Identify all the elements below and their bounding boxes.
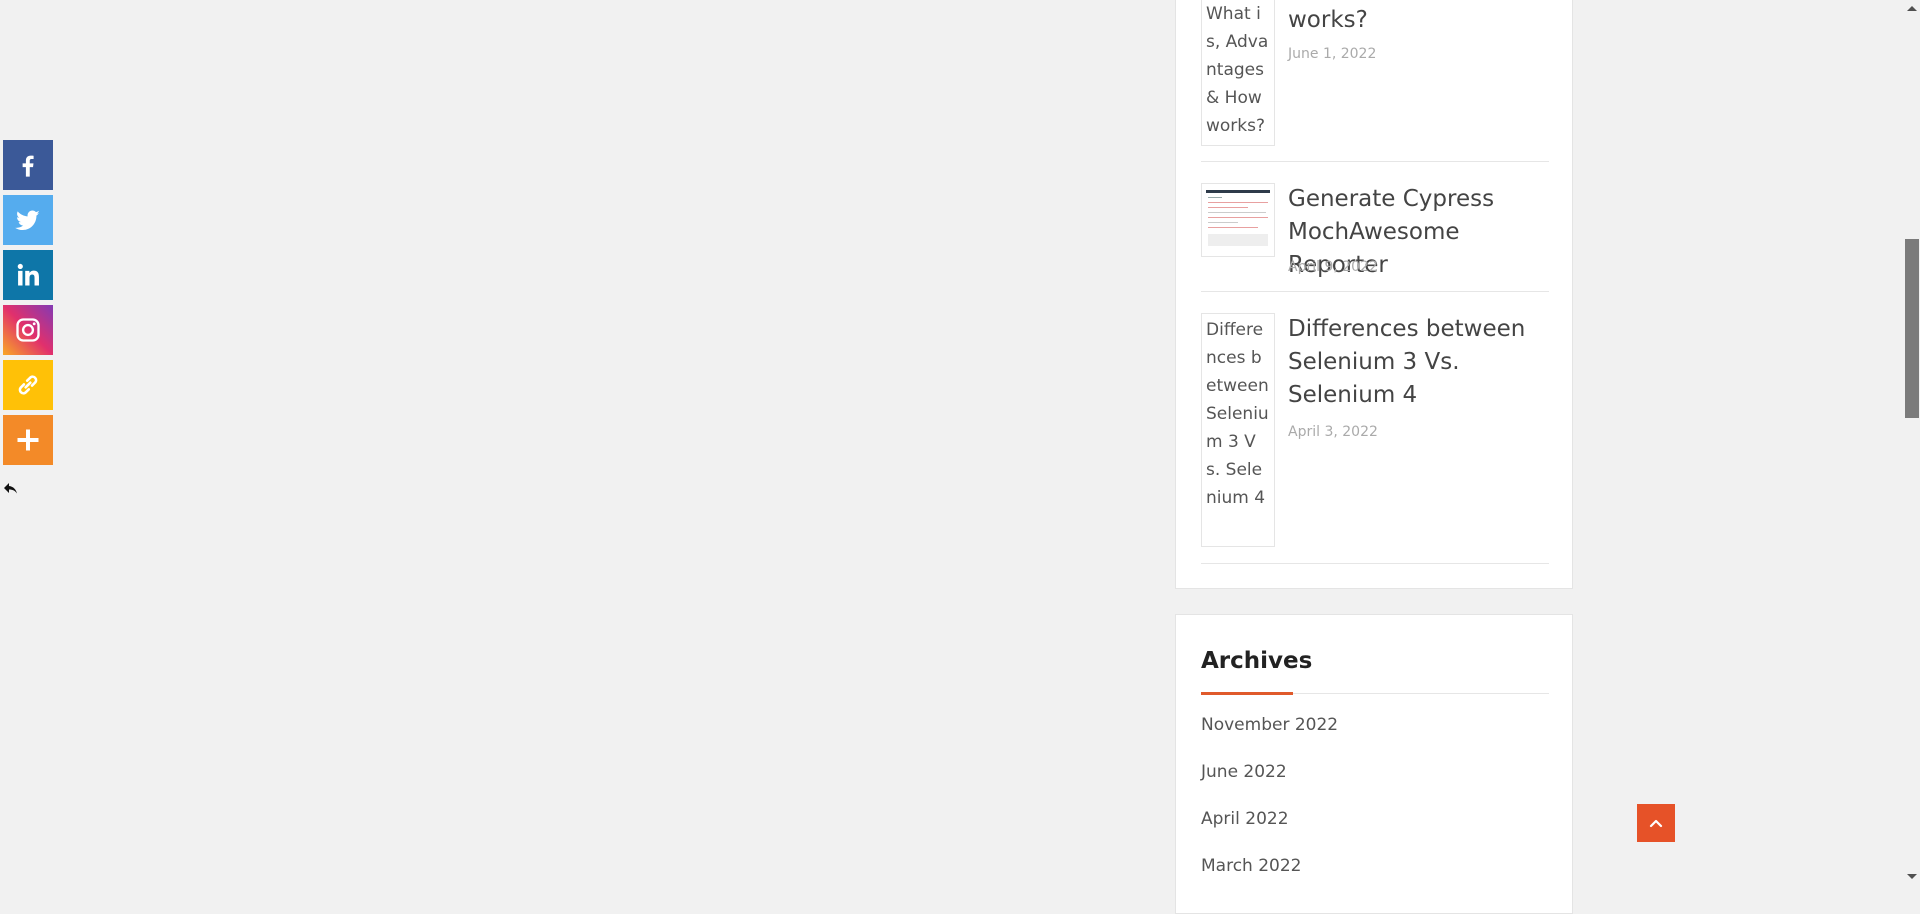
archives-widget: Archives November 2022 June 2022 April 2… [1175, 614, 1573, 914]
post-title-link[interactable]: works? [1288, 4, 1553, 37]
instagram-icon [16, 318, 40, 342]
linkedin-icon [17, 263, 39, 286]
social-share-bar [3, 140, 53, 470]
post-date: April 3, 2022 [1288, 424, 1378, 440]
title-accent-underline [1201, 692, 1293, 695]
twitter-share-button[interactable] [3, 195, 53, 245]
recent-post-item: What is, Advantages & How works? works? … [1201, 0, 1549, 162]
archive-link[interactable]: March 2022 [1201, 856, 1302, 876]
archives-title: Archives [1201, 648, 1313, 674]
hide-share-bar-toggle[interactable] [3, 480, 21, 498]
back-to-top-button[interactable] [1637, 804, 1675, 842]
more-share-button[interactable] [3, 415, 53, 465]
twitter-icon [15, 210, 40, 231]
copy-link-share-button[interactable] [3, 360, 53, 410]
facebook-share-button[interactable] [3, 140, 53, 190]
post-date: April 9, 2022 [1288, 259, 1378, 275]
recent-post-item: Differences between Selenium 3 Vs. Selen… [1201, 313, 1549, 564]
post-thumbnail-alt-text: What is, Advantages & How works? [1206, 4, 1269, 136]
page-scrollbar[interactable] [1903, 0, 1920, 885]
scroll-down-arrow-icon[interactable] [1907, 874, 1917, 879]
post-thumbnail-alt-text: Differences between Selenium 3 Vs. Selen… [1206, 320, 1269, 508]
post-thumbnail[interactable]: What is, Advantages & How works? [1201, 0, 1275, 146]
recent-posts-widget: What is, Advantages & How works? works? … [1175, 0, 1573, 589]
scroll-up-arrow-icon[interactable] [1907, 6, 1917, 11]
plus-icon [17, 429, 39, 451]
scrollbar-thumb[interactable] [1905, 239, 1919, 418]
instagram-share-button[interactable] [3, 305, 53, 355]
recent-post-item: Generate Cypress MochAwesome Reporter Ap… [1201, 183, 1549, 292]
archive-link[interactable]: November 2022 [1201, 715, 1338, 735]
post-date: June 1, 2022 [1288, 46, 1377, 62]
link-icon [18, 375, 38, 395]
linkedin-share-button[interactable] [3, 250, 53, 300]
screenshot-thumbnail-image [1206, 188, 1270, 252]
post-thumbnail[interactable]: Differences between Selenium 3 Vs. Selen… [1201, 313, 1275, 547]
archive-link[interactable]: June 2022 [1201, 762, 1287, 782]
post-thumbnail[interactable] [1201, 183, 1275, 257]
facebook-icon [22, 155, 34, 177]
archive-link[interactable]: April 2022 [1201, 809, 1289, 829]
chevron-up-icon [1649, 819, 1663, 828]
post-title-link[interactable]: Differences between Selenium 3 Vs. Selen… [1288, 313, 1553, 412]
hide-arrow-icon [4, 483, 17, 494]
